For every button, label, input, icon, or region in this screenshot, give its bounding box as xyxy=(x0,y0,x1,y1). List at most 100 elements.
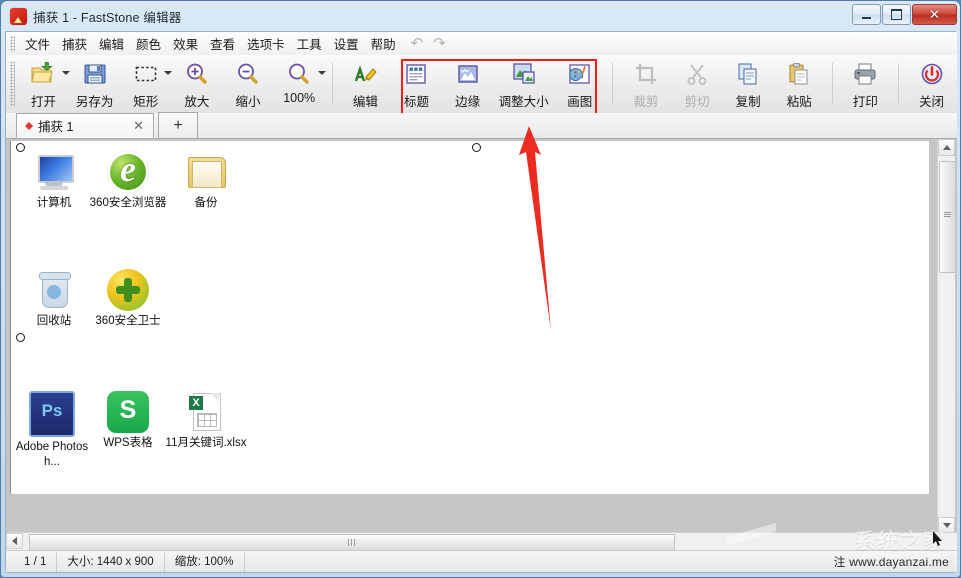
menu-effects[interactable]: 效果 xyxy=(167,31,204,56)
rectangle-select-button[interactable]: 矩形 xyxy=(120,55,173,113)
open-label: 打开 xyxy=(30,95,56,109)
tab-modified-icon xyxy=(25,118,33,130)
toolbar-grip-icon[interactable] xyxy=(10,61,15,107)
save-as-label: 另存为 xyxy=(75,95,114,109)
scroll-up-button[interactable] xyxy=(938,139,955,156)
crop-icon xyxy=(633,61,659,87)
window-title: 捕获 1 - FastStone 编辑器 xyxy=(33,10,182,25)
horizontal-scroll-thumb[interactable] xyxy=(29,534,675,551)
paste-button[interactable]: 粘贴 xyxy=(774,55,825,113)
menu-edit[interactable]: 编辑 xyxy=(93,31,130,56)
resize-icon xyxy=(511,61,537,87)
scroll-left-button[interactable] xyxy=(6,533,23,549)
desktop-icon-photoshop[interactable]: Adobe Photosh... xyxy=(9,391,95,470)
captured-screenshot-image[interactable]: 计算机 360安全浏览器 备份 回收站 xyxy=(10,141,929,494)
status-note-text: 注 xyxy=(833,556,846,569)
edge-effect-icon xyxy=(455,61,481,87)
maximize-button[interactable] xyxy=(882,4,911,25)
zoom-out-button[interactable]: 缩小 xyxy=(222,55,273,113)
power-close-icon xyxy=(919,61,945,87)
paint-button[interactable]: 画图 xyxy=(554,55,605,113)
minimize-icon xyxy=(862,16,871,19)
new-tab-button[interactable]: + xyxy=(158,112,198,138)
desktop-icon-wps[interactable]: WPS表格 xyxy=(85,391,171,451)
recycle-bin-icon xyxy=(33,269,75,311)
menu-tools[interactable]: 工具 xyxy=(291,31,328,56)
edit-draw-icon xyxy=(352,61,378,87)
copy-button[interactable]: 复制 xyxy=(723,55,774,113)
zoom-in-button[interactable]: 放大 xyxy=(171,55,222,113)
desktop-icon-label: WPS表格 xyxy=(103,437,153,449)
photoshop-icon xyxy=(29,391,75,437)
zoom-in-label: 放大 xyxy=(184,95,210,109)
menu-tabs[interactable]: 选项卡 xyxy=(241,31,291,56)
paste-icon xyxy=(786,61,812,87)
close-button[interactable]: ✕ xyxy=(912,4,957,25)
edit-label: 编辑 xyxy=(352,95,378,109)
zoom-out-label: 缩小 xyxy=(235,95,261,109)
menu-capture[interactable]: 捕获 xyxy=(56,31,93,56)
horizontal-scrollbar[interactable] xyxy=(6,532,957,551)
desktop-icon-label: 360安全浏览器 xyxy=(89,197,167,209)
edge-label: 边缘 xyxy=(455,95,481,109)
menu-color[interactable]: 颜色 xyxy=(130,31,167,56)
desktop-icon-xlsx-file[interactable]: X 11月关键词.xlsx xyxy=(163,391,249,451)
menubar-grip-icon[interactable] xyxy=(10,35,15,52)
save-as-button[interactable]: 另存为 xyxy=(69,55,120,113)
tab-close-icon[interactable]: ✕ xyxy=(131,118,146,134)
watermark-url-text: www.dayanzai.me xyxy=(849,554,949,569)
desktop-icon-360-browser[interactable]: 360安全浏览器 xyxy=(85,148,171,211)
crop-label: 裁剪 xyxy=(633,95,659,109)
title-bar: 捕获 1 - FastStone 编辑器 ✕ xyxy=(1,1,961,31)
vertical-scrollbar[interactable] xyxy=(937,139,956,534)
menu-settings[interactable]: 设置 xyxy=(328,31,365,56)
crop-button[interactable]: 裁剪 xyxy=(620,55,671,113)
selection-handle-top-center[interactable] xyxy=(472,143,481,152)
scroll-grip-icon xyxy=(944,212,951,217)
faststone-editor-window: 捕获 1 - FastStone 编辑器 ✕ 文件 捕获 编辑 颜色 效果 查看… xyxy=(0,0,961,578)
zoom-actual-button[interactable]: 100% xyxy=(274,55,326,113)
toolbar-separator-2 xyxy=(612,63,614,105)
rectangle-label: 矩形 xyxy=(133,95,159,109)
zoom-actual-icon xyxy=(286,61,312,87)
edge-button[interactable]: 边缘 xyxy=(442,55,493,113)
edit-button[interactable]: 编辑 xyxy=(340,55,391,113)
caption-button[interactable]: 标题 xyxy=(391,55,442,113)
vertical-scroll-thumb[interactable] xyxy=(939,161,956,273)
chevron-down-icon xyxy=(942,523,951,528)
redo-icon[interactable]: ↷ xyxy=(433,36,446,51)
computer-icon xyxy=(33,151,75,193)
tab-capture-1[interactable]: 捕获 1 ✕ xyxy=(16,113,154,138)
undo-redo-group: ↶ ↷ xyxy=(411,36,446,51)
undo-icon[interactable]: ↶ xyxy=(411,36,424,51)
toolbar-separator xyxy=(331,63,333,105)
desktop-icon-backup-folder[interactable]: 备份 xyxy=(163,151,249,211)
menu-view[interactable]: 查看 xyxy=(204,31,241,56)
faststone-icon xyxy=(10,7,27,25)
toolbar-separator-3 xyxy=(831,63,833,105)
tab-left-group: 捕获 1 xyxy=(25,116,73,135)
menu-file[interactable]: 文件 xyxy=(19,31,56,56)
desktop-icon-label: 备份 xyxy=(194,197,218,209)
minimize-button[interactable] xyxy=(852,4,881,25)
selection-handle-mid-left[interactable] xyxy=(16,333,25,342)
status-page-indicator: 1 / 1 xyxy=(6,551,58,572)
status-image-size: 大小: 1440 x 900 xyxy=(57,551,165,572)
close-image-label: 关闭 xyxy=(919,95,945,109)
desktop-icon-label: 360安全卫士 xyxy=(95,315,161,327)
folder-icon xyxy=(185,151,227,193)
menu-help[interactable]: 帮助 xyxy=(365,31,402,56)
zoom-out-icon xyxy=(235,61,261,87)
close-image-button[interactable]: 关闭 xyxy=(906,55,957,113)
cut-button[interactable]: 剪切 xyxy=(671,55,722,113)
360-browser-icon xyxy=(107,148,149,193)
print-button[interactable]: 打印 xyxy=(840,55,891,113)
open-button[interactable]: 打开 xyxy=(18,55,71,113)
zoom-dropdown-caret-icon[interactable] xyxy=(317,71,326,75)
tab-bar: 捕获 1 ✕ + xyxy=(6,112,957,139)
desktop-icon-360-safe[interactable]: 360安全卫士 xyxy=(85,269,171,329)
copy-label: 复制 xyxy=(735,95,761,109)
image-canvas-area[interactable]: 计算机 360安全浏览器 备份 回收站 xyxy=(6,139,957,534)
resize-button[interactable]: 调整大小 xyxy=(493,55,554,113)
maximize-icon xyxy=(891,9,902,20)
